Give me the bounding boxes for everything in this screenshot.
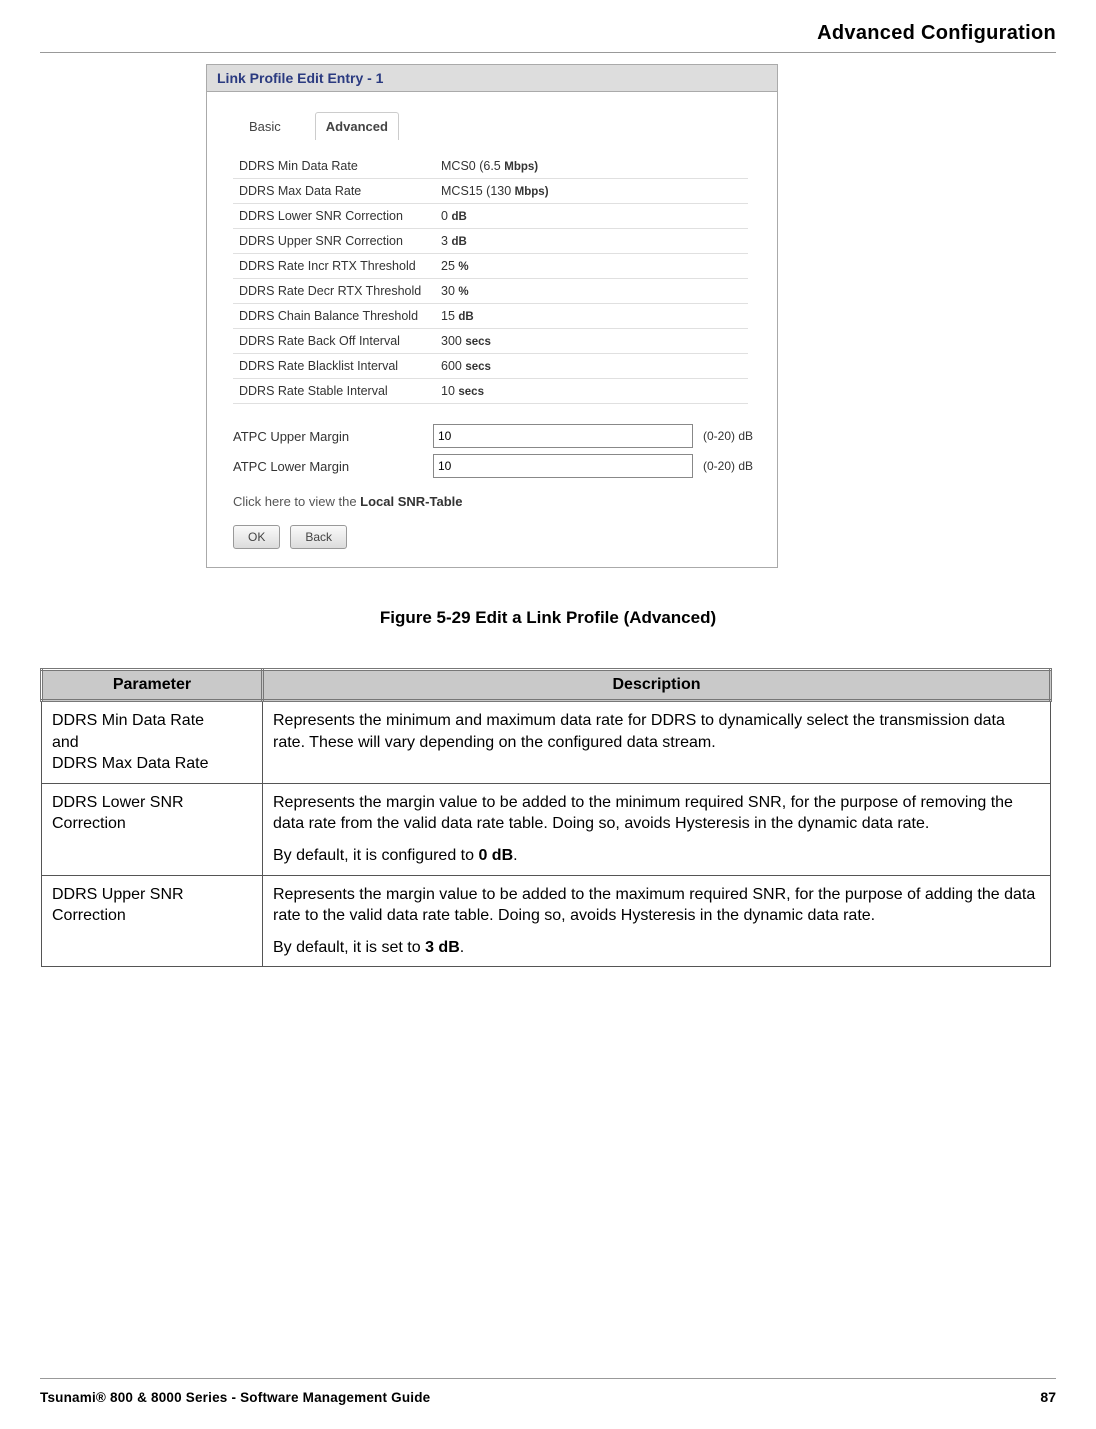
- ddrs-rate-incr-value: 25 %: [435, 254, 748, 279]
- figure-caption: Figure 5-29 Edit a Link Profile (Advance…: [0, 608, 1096, 628]
- ddrs-rate-decr-label: DDRS Rate Decr RTX Threshold: [233, 279, 435, 304]
- link-profile-window: Link Profile Edit Entry - 1 Basic Advanc…: [206, 64, 778, 568]
- ddrs-stable-value: 10 secs: [435, 379, 748, 404]
- atpc-lower-label: ATPC Lower Margin: [233, 459, 423, 474]
- table-cell-description: Represents the minimum and maximum data …: [263, 701, 1051, 784]
- ok-button[interactable]: OK: [233, 525, 280, 549]
- atpc-upper-range: (0-20) dB: [703, 429, 753, 443]
- ddrs-chain-balance-label: DDRS Chain Balance Threshold: [233, 304, 435, 329]
- table-row: DDRS Lower SNR Correction: [42, 783, 263, 875]
- ddrs-chain-balance-value: 15 dB: [435, 304, 748, 329]
- ddrs-settings-table: DDRS Min Data Rate MCS0 (6.5 Mbps) DDRS …: [233, 154, 748, 404]
- ddrs-rate-decr-value: 30 %: [435, 279, 748, 304]
- table-header-description: Description: [263, 670, 1051, 701]
- back-button[interactable]: Back: [290, 525, 347, 549]
- ddrs-upper-snr-value: 3 dB: [435, 229, 748, 254]
- ddrs-backoff-value: 300 secs: [435, 329, 748, 354]
- window-titlebar: Link Profile Edit Entry - 1: [207, 65, 777, 92]
- table-cell-description: Represents the margin value to be added …: [263, 875, 1051, 967]
- snr-table-prefix: Click here to view the: [233, 494, 360, 509]
- page-header-title: Advanced Configuration: [817, 22, 1056, 45]
- ddrs-blacklist-value: 600 secs: [435, 354, 748, 379]
- atpc-upper-input[interactable]: [433, 424, 693, 448]
- ddrs-max-rate-value: MCS15 (130 Mbps): [435, 179, 748, 204]
- atpc-lower-range: (0-20) dB: [703, 459, 753, 473]
- table-row: DDRS Min Data Rate and DDRS Max Data Rat…: [42, 701, 263, 784]
- footer-page-number: 87: [1040, 1389, 1056, 1405]
- ddrs-min-rate-value: MCS0 (6.5 Mbps): [435, 154, 748, 179]
- tab-advanced[interactable]: Advanced: [315, 112, 399, 140]
- snr-table-link[interactable]: Local SNR-Table: [360, 494, 462, 509]
- ddrs-blacklist-label: DDRS Rate Blacklist Interval: [233, 354, 435, 379]
- header-divider: [40, 52, 1056, 53]
- atpc-upper-label: ATPC Upper Margin: [233, 429, 423, 444]
- ddrs-stable-label: DDRS Rate Stable Interval: [233, 379, 435, 404]
- footer-guide-title: Tsunami® 800 & 8000 Series - Software Ma…: [40, 1390, 430, 1405]
- ddrs-min-rate-label: DDRS Min Data Rate: [233, 154, 435, 179]
- ddrs-upper-snr-label: DDRS Upper SNR Correction: [233, 229, 435, 254]
- table-row: DDRS Upper SNR Correction: [42, 875, 263, 967]
- atpc-lower-input[interactable]: [433, 454, 693, 478]
- ddrs-max-rate-label: DDRS Max Data Rate: [233, 179, 435, 204]
- parameter-description-table: Parameter Description DDRS Min Data Rate…: [40, 668, 1052, 967]
- ddrs-lower-snr-value: 0 dB: [435, 204, 748, 229]
- ddrs-lower-snr-label: DDRS Lower SNR Correction: [233, 204, 435, 229]
- tab-basic[interactable]: Basic: [239, 113, 291, 140]
- footer-divider: [40, 1378, 1056, 1379]
- ddrs-rate-incr-label: DDRS Rate Incr RTX Threshold: [233, 254, 435, 279]
- table-cell-description: Represents the margin value to be added …: [263, 783, 1051, 875]
- table-header-parameter: Parameter: [42, 670, 263, 701]
- ddrs-backoff-label: DDRS Rate Back Off Interval: [233, 329, 435, 354]
